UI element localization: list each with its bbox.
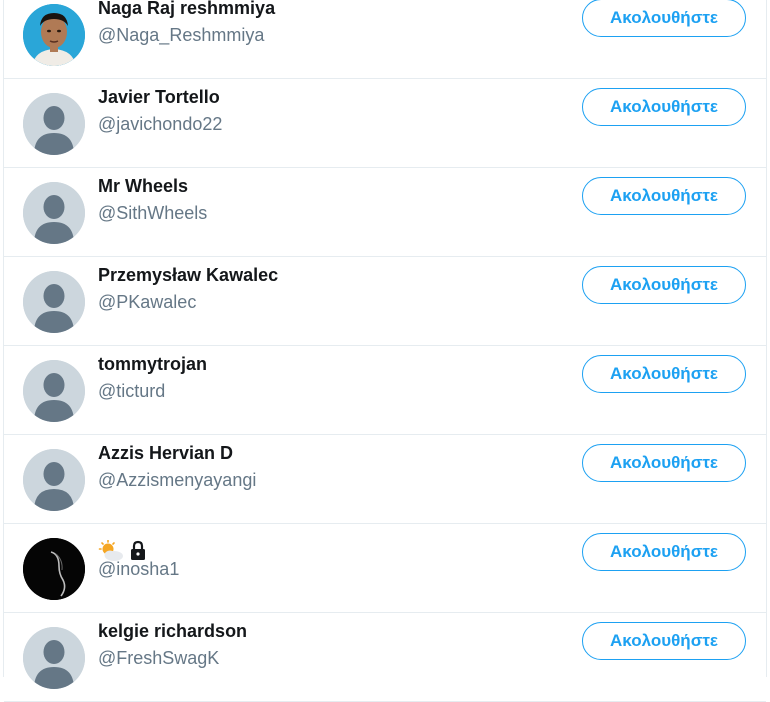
user-handle[interactable]: @ticturd: [98, 381, 165, 402]
list-item[interactable]: @inosha1 Ακολουθήστε: [4, 524, 766, 613]
list-item[interactable]: Przemysław Kawalec @PKawalec Ακολουθήστε: [4, 257, 766, 346]
dark-silhouette-icon: [23, 538, 85, 600]
photo-face-icon: [23, 4, 85, 66]
list-item[interactable]: Naga Raj reshmmiya @Naga_Reshmmiya Ακολο…: [4, 0, 766, 79]
default-avatar-icon: [23, 182, 85, 244]
avatar[interactable]: [23, 449, 85, 511]
default-avatar-icon: [23, 360, 85, 422]
list-item[interactable]: tommytrojan @ticturd Ακολουθήστε: [4, 346, 766, 435]
avatar[interactable]: [23, 271, 85, 333]
user-handle[interactable]: @PKawalec: [98, 292, 196, 313]
list-item[interactable]: Javier Tortello @javichondo22 Ακολουθήστ…: [4, 79, 766, 168]
follow-button[interactable]: Ακολουθήστε: [582, 355, 746, 393]
user-name[interactable]: Azzis Hervian D: [98, 443, 233, 464]
default-avatar-icon: [23, 449, 85, 511]
default-avatar-icon: [23, 627, 85, 689]
user-handle[interactable]: @inosha1: [98, 559, 179, 580]
default-avatar-icon: [23, 271, 85, 333]
follow-button[interactable]: Ακολουθήστε: [582, 88, 746, 126]
follow-button[interactable]: Ακολουθήστε: [582, 266, 746, 304]
who-to-follow-list: Naga Raj reshmmiya @Naga_Reshmmiya Ακολο…: [3, 0, 767, 702]
avatar[interactable]: [23, 538, 85, 600]
user-handle[interactable]: @Naga_Reshmmiya: [98, 25, 264, 46]
follow-button[interactable]: Ακολουθήστε: [582, 533, 746, 571]
follow-button[interactable]: Ακολουθήστε: [582, 444, 746, 482]
user-handle[interactable]: @SithWheels: [98, 203, 207, 224]
avatar[interactable]: [23, 360, 85, 422]
default-avatar-icon: [23, 93, 85, 155]
user-handle[interactable]: @FreshSwagK: [98, 648, 219, 669]
user-name[interactable]: kelgie richardson: [98, 621, 247, 642]
user-name[interactable]: Przemysław Kawalec: [98, 265, 278, 286]
avatar[interactable]: [23, 93, 85, 155]
follow-button[interactable]: Ακολουθήστε: [582, 177, 746, 215]
avatar[interactable]: [23, 4, 85, 66]
avatar[interactable]: [23, 182, 85, 244]
follow-button[interactable]: Ακολουθήστε: [582, 622, 746, 660]
user-handle[interactable]: @Azzismenyayangi: [98, 470, 256, 491]
user-name[interactable]: Naga Raj reshmmiya: [98, 0, 275, 19]
list-item[interactable]: Azzis Hervian D @Azzismenyayangi Ακολουθ…: [4, 435, 766, 524]
follow-button[interactable]: Ακολουθήστε: [582, 0, 746, 37]
user-name[interactable]: Javier Tortello: [98, 87, 220, 108]
list-item[interactable]: kelgie richardson @FreshSwagK Ακολουθήστ…: [4, 613, 766, 702]
user-handle[interactable]: @javichondo22: [98, 114, 222, 135]
list-item[interactable]: Mr Wheels @SithWheels Ακολουθήστε: [4, 168, 766, 257]
user-name[interactable]: Mr Wheels: [98, 176, 188, 197]
avatar[interactable]: [23, 627, 85, 689]
user-name[interactable]: tommytrojan: [98, 354, 207, 375]
